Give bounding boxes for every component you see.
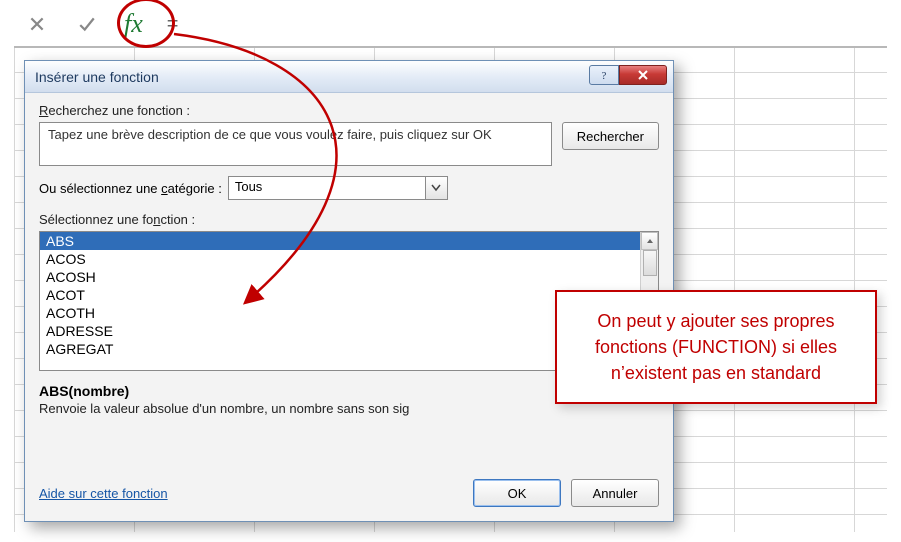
category-label: Ou sélectionnez une catégorie : [39, 181, 222, 196]
list-item[interactable]: ABS [40, 232, 658, 250]
enter-formula-icon[interactable] [74, 11, 100, 37]
scroll-thumb[interactable] [643, 250, 657, 276]
scroll-up-icon[interactable] [641, 232, 658, 250]
dialog-title: Insérer une fonction [35, 69, 159, 85]
select-function-label: Sélectionnez une fonction : [39, 212, 659, 227]
dialog-titlebar[interactable]: Insérer une fonction ? [25, 61, 673, 93]
list-item[interactable]: ACOS [40, 250, 658, 268]
annotation-callout: On peut y ajouter ses propres fonctions … [555, 290, 877, 404]
category-select[interactable]: Tous [228, 176, 448, 200]
search-button[interactable]: Rechercher [562, 122, 659, 150]
formula-bar: fx = [14, 2, 887, 48]
chevron-down-icon[interactable] [425, 177, 447, 199]
category-value: Tous [228, 176, 448, 200]
cancel-dialog-button[interactable]: Annuler [571, 479, 659, 507]
search-label: Recherchez une fonction : [39, 103, 659, 118]
formula-equals: = [167, 13, 179, 36]
search-input[interactable]: Tapez une brève description de ce que vo… [39, 122, 552, 166]
ok-button[interactable]: OK [473, 479, 561, 507]
cancel-formula-icon[interactable] [24, 11, 50, 37]
svg-text:?: ? [602, 70, 607, 81]
help-link[interactable]: Aide sur cette fonction [39, 486, 168, 501]
insert-function-icon[interactable]: fx [124, 9, 143, 39]
close-button[interactable] [619, 65, 667, 85]
list-item[interactable]: ACOSH [40, 268, 658, 286]
help-button[interactable]: ? [589, 65, 619, 85]
